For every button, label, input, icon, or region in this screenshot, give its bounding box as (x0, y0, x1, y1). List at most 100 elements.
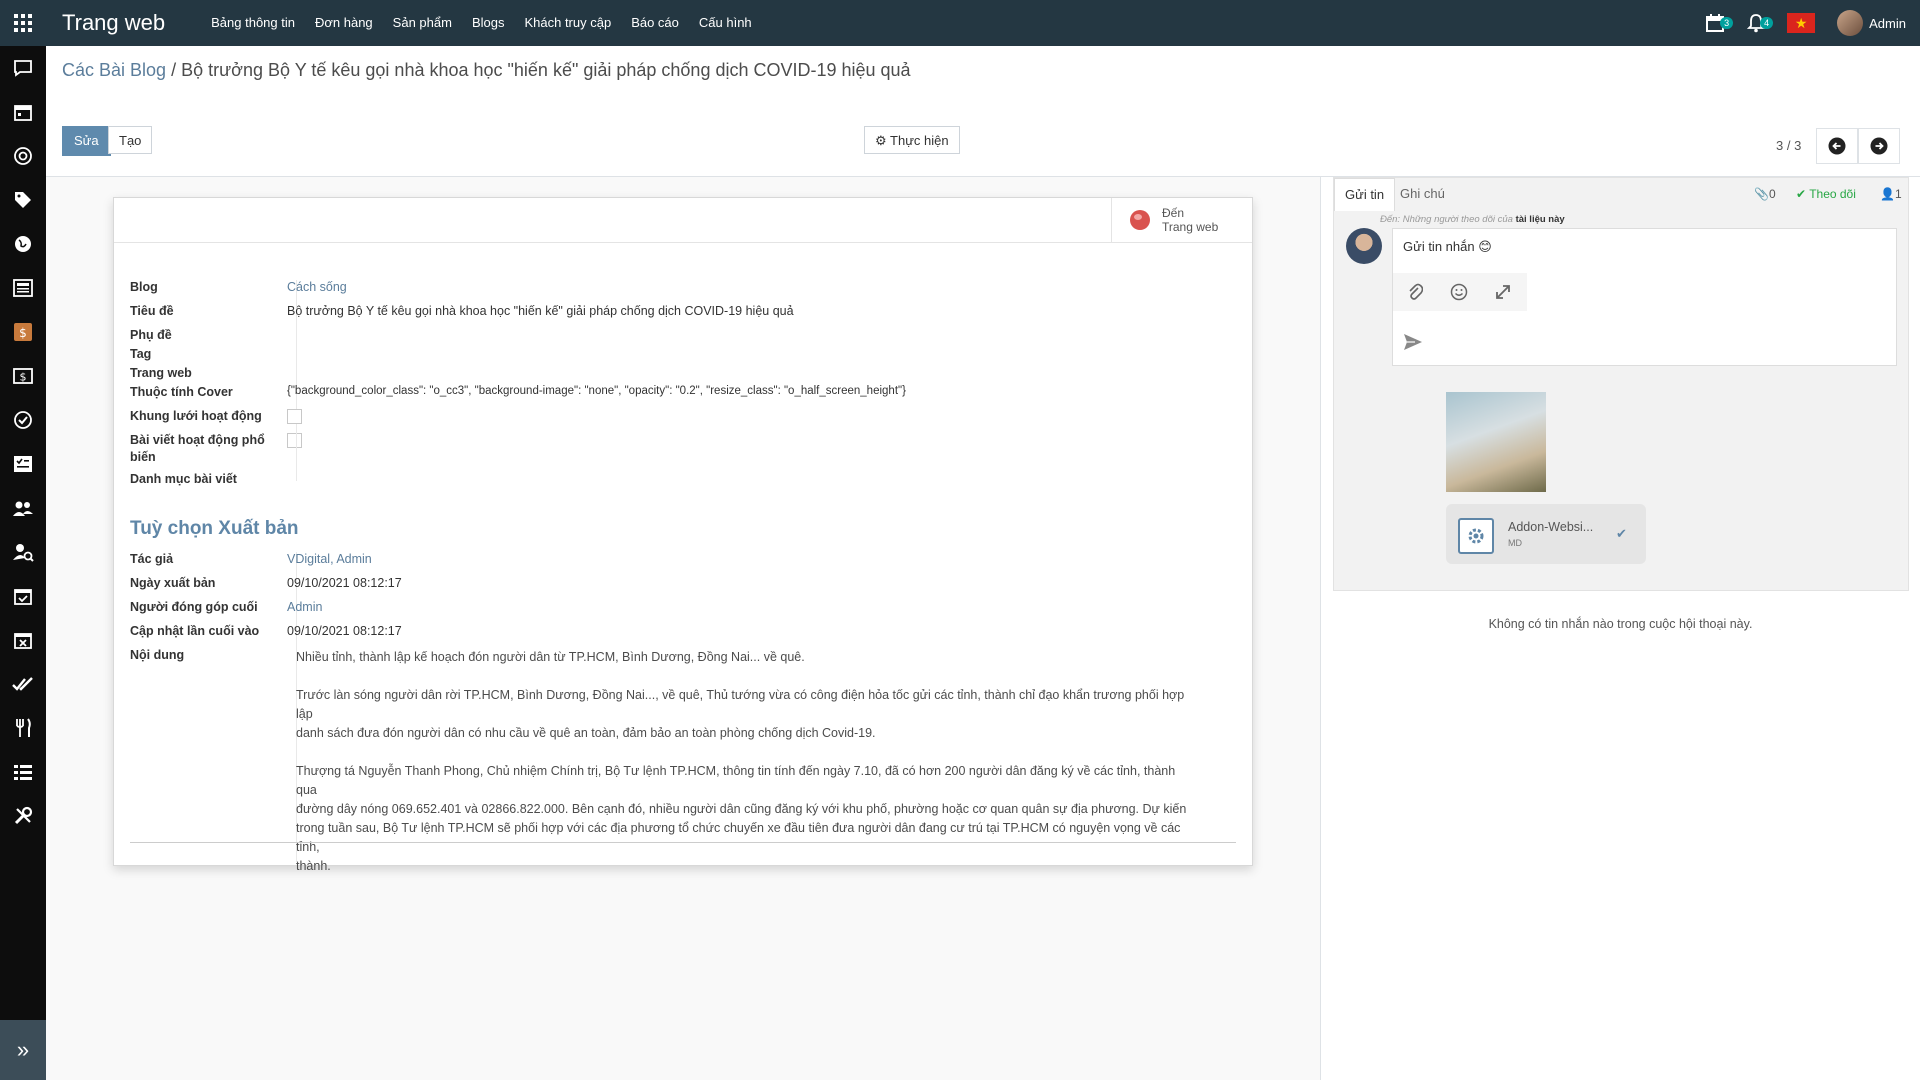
sidebar-item-events[interactable] (0, 574, 46, 618)
create-button[interactable]: Tạo (108, 126, 153, 154)
emoji-button[interactable] (1437, 273, 1481, 311)
attachment-file[interactable]: Addon-Websi... MD ✔ (1446, 504, 1646, 564)
sidebar-expand-button[interactable]: » (0, 1020, 46, 1080)
sidebar-item-checklist[interactable] (0, 442, 46, 486)
title-value[interactable]: Bộ trưởng Bộ Y tế kêu gọi nhà khoa học "… (287, 304, 794, 318)
paper-plane-icon (1404, 334, 1422, 350)
follow-button[interactable]: ✔ Theo dõi (1796, 178, 1856, 210)
avatar (1837, 10, 1864, 36)
field-publish-date: Ngày xuất bản 09/10/2021 08:12:17 (130, 576, 402, 590)
composer-input[interactable]: Gửi tin nhắn 😊 (1403, 239, 1492, 255)
field-label: Ngày xuất bản (130, 576, 216, 590)
check-icon: ✔ (1616, 526, 1627, 541)
language-flag-icon[interactable]: ★ (1787, 13, 1816, 33)
sidebar-item-discuss[interactable] (0, 46, 46, 90)
tab-log-note[interactable]: Ghi chú (1390, 178, 1455, 210)
activity-calendar-button[interactable]: 3 (1705, 13, 1734, 33)
sidebar-item-website[interactable] (0, 222, 46, 266)
sidebar-item-calendar[interactable] (0, 90, 46, 134)
svg-text:$: $ (19, 326, 27, 340)
attachments-button[interactable]: 📎0 (1754, 178, 1776, 210)
app-sidebar: $ $ » (0, 46, 46, 1080)
users-icon (13, 501, 33, 516)
menu-item-orders[interactable]: Đơn hàng (305, 0, 383, 46)
sidebar-item-approvals[interactable] (0, 662, 46, 706)
sidebar-item-time-off[interactable] (0, 618, 46, 662)
sidebar-item-settings[interactable] (0, 794, 46, 838)
sidebar-item-sales[interactable]: $ (0, 354, 46, 398)
pager-next-button[interactable] (1858, 128, 1900, 164)
content-line: đường dây nóng 069.652.401 và 02866.822.… (296, 802, 1187, 816)
newspaper-icon (13, 279, 33, 297)
blog-value[interactable]: Cách sống (287, 280, 347, 294)
followers-button[interactable]: 👤1 (1880, 178, 1902, 210)
cover-value[interactable]: {"background_color_class": "o_cc3", "bac… (287, 385, 906, 399)
menu-item-reports[interactable]: Báo cáo (621, 0, 689, 46)
content-paragraph: Trước làn sóng người dân rời TP.HCM, Bìn… (296, 686, 1196, 743)
form-view: Đến Trang web Blog Cách sống Tiêu đề Bộ … (46, 177, 1321, 1080)
menu-item-blogs[interactable]: Blogs (462, 0, 515, 46)
field-last-contributor: Người đóng góp cuối Admin (130, 600, 322, 614)
sidebar-item-contacts[interactable] (0, 486, 46, 530)
chat-icon (14, 60, 32, 77)
form-sheet: Đến Trang web Blog Cách sống Tiêu đề Bộ … (113, 197, 1253, 873)
button-box: Đến Trang web (114, 198, 1252, 243)
user-menu[interactable]: Admin (1837, 10, 1906, 36)
field-website: Trang web (130, 366, 287, 380)
followers-count: 1 (1894, 187, 1902, 201)
sidebar-item-documents[interactable] (0, 266, 46, 310)
edit-button[interactable]: Sửa (62, 126, 111, 156)
tools-icon (14, 806, 33, 825)
field-label: Trang web (130, 366, 192, 380)
app-brand[interactable]: Trang web (62, 10, 165, 36)
content-paragraph: Nhiều tỉnh, thành lập kế hoạch đón người… (296, 650, 805, 664)
author-value[interactable]: VDigital, Admin (287, 552, 372, 566)
field-label: Thuộc tính Cover (130, 385, 233, 399)
attachment-image-thumbnail[interactable] (1446, 392, 1546, 492)
grid-active-checkbox[interactable] (287, 409, 302, 424)
sidebar-item-invoicing[interactable]: $ (0, 310, 46, 354)
field-label-line: Bài viết hoạt động phổ (130, 433, 265, 447)
field-subtitle: Phụ đề (130, 328, 287, 342)
full-composer-button[interactable] (1481, 273, 1525, 311)
field-author: Tác giả VDigital, Admin (130, 552, 372, 566)
sidebar-item-recruitment[interactable] (0, 530, 46, 574)
field-label: Tác giả (130, 552, 174, 566)
sidebar-item-tasks[interactable] (0, 398, 46, 442)
breadcrumb-parent[interactable]: Các Bài Blog (62, 60, 166, 80)
popular-checkbox[interactable] (287, 433, 302, 448)
menu-item-visitors[interactable]: Khách truy cập (514, 0, 621, 46)
control-panel: Các Bài Blog / Bộ trưởng Bộ Y tế kêu gọi… (46, 46, 1920, 177)
sidebar-item-email[interactable] (0, 134, 46, 178)
notifications-button[interactable]: 4 (1747, 13, 1774, 33)
pager-value[interactable]: 3 / 3 (1776, 138, 1801, 153)
menu-item-config[interactable]: Cấu hình (689, 0, 762, 46)
calendar-x-icon (14, 633, 32, 649)
menu-item-dashboard[interactable]: Bảng thông tin (201, 0, 305, 46)
field-label: Tiêu đề (130, 304, 174, 318)
sidebar-item-tags[interactable] (0, 178, 46, 222)
sidebar-item-surveys[interactable] (0, 750, 46, 794)
go-to-website-button[interactable]: Đến Trang web (1111, 198, 1252, 242)
sidebar-item-lunch[interactable] (0, 706, 46, 750)
top-navbar: Trang web Bảng thông tin Đơn hàng Sản ph… (0, 0, 1920, 46)
action-button[interactable]: ⚙ Thực hiện (864, 126, 960, 154)
field-label: Khung lưới hoạt động (130, 409, 262, 423)
message-composer[interactable]: Gửi tin nhắn 😊 (1392, 228, 1897, 366)
attach-file-button[interactable] (1393, 273, 1437, 311)
stat-button-line1: Đến (1162, 206, 1185, 220)
send-button[interactable] (1403, 333, 1423, 356)
field-label: Nội dung (130, 648, 185, 662)
calendar-icon (14, 105, 32, 121)
empty-thread-message: Không có tin nhắn nào trong cuộc hội tho… (1488, 617, 1753, 631)
apps-menu-button[interactable] (0, 0, 46, 46)
field-category: Danh mục bài viết (130, 472, 287, 486)
contributor-value[interactable]: Admin (287, 600, 322, 614)
tab-send-message[interactable]: Gửi tin (1334, 178, 1396, 211)
pager-previous-button[interactable] (1816, 128, 1858, 164)
menu-item-products[interactable]: Sản phẩm (383, 0, 462, 46)
arrow-right-icon (1870, 137, 1888, 155)
paperclip-icon: 📎 (1754, 187, 1769, 201)
systray: 3 4 ★ Admin (1705, 0, 1906, 46)
publish-date-value[interactable]: 09/10/2021 08:12:17 (287, 576, 402, 590)
